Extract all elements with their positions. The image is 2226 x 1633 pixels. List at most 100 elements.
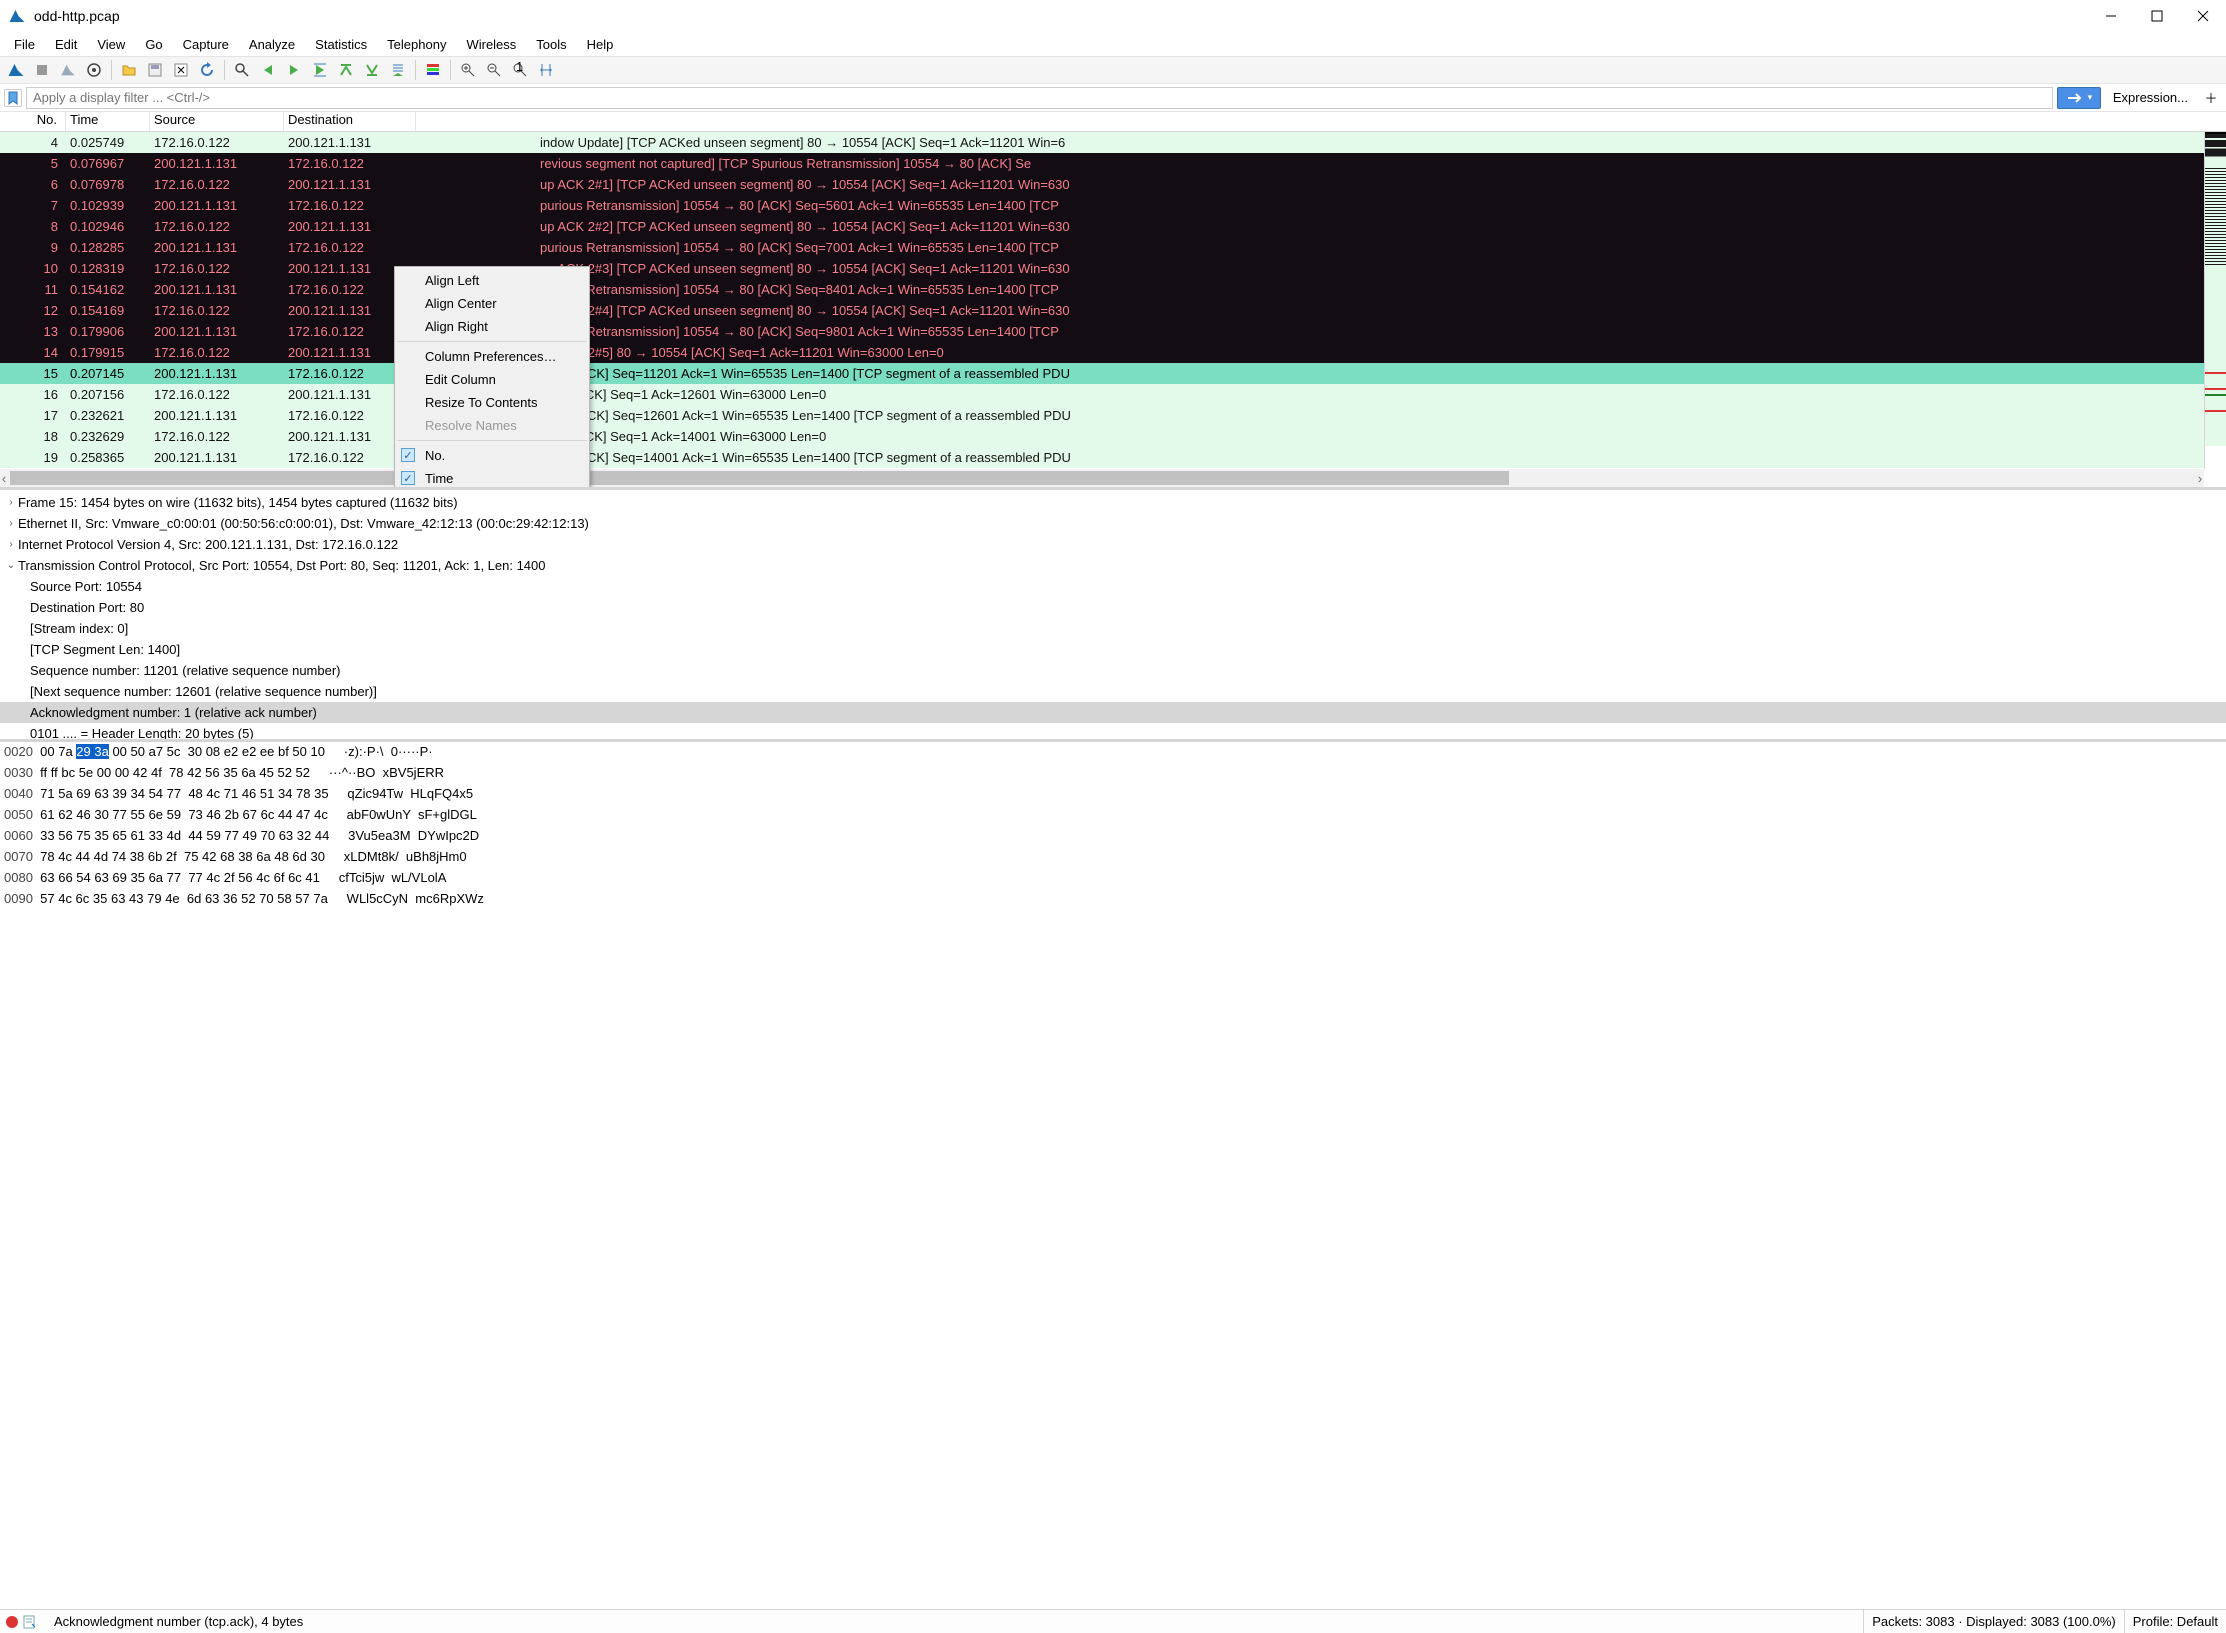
packet-minimap[interactable] — [2204, 132, 2226, 469]
ctx-edit-column[interactable]: Edit Column — [395, 368, 589, 391]
menu-analyze[interactable]: Analyze — [239, 35, 305, 54]
close-file-icon[interactable] — [169, 58, 193, 82]
menu-file[interactable]: File — [4, 35, 45, 54]
expert-info-icon[interactable] — [6, 1616, 18, 1628]
menu-view[interactable]: View — [87, 35, 135, 54]
stop-capture-icon[interactable] — [30, 58, 54, 82]
packet-row[interactable]: 130.179906200.121.1.131172.16.0.122purio… — [0, 321, 2226, 342]
packet-row[interactable]: 160.207156172.16.0.122200.121.1.1310554 … — [0, 384, 2226, 405]
chevron-down-icon[interactable]: ⌄ — [4, 560, 18, 571]
hex-row[interactable]: 0050 61 62 46 30 77 55 6e 59 73 46 2b 67… — [4, 807, 2222, 828]
expression-button[interactable]: Expression... — [2105, 88, 2196, 107]
packet-row[interactable]: 80.102946172.16.0.122200.121.1.131up ACK… — [0, 216, 2226, 237]
zoom-in-icon[interactable] — [456, 58, 480, 82]
hex-row[interactable]: 0040 71 5a 69 63 39 34 54 77 48 4c 71 46… — [4, 786, 2222, 807]
packet-row[interactable]: 90.128285200.121.1.131172.16.0.122puriou… — [0, 237, 2226, 258]
detail-tree-row[interactable]: 0101 .... = Header Length: 20 bytes (5) — [0, 723, 2226, 742]
menu-capture[interactable]: Capture — [173, 35, 239, 54]
next-packet-icon[interactable] — [282, 58, 306, 82]
first-packet-icon[interactable] — [334, 58, 358, 82]
capture-file-properties-icon[interactable] — [22, 1614, 38, 1630]
detail-tree-row[interactable]: Acknowledgment number: 1 (relative ack n… — [0, 702, 2226, 723]
save-file-icon[interactable] — [143, 58, 167, 82]
restart-capture-icon[interactable] — [56, 58, 80, 82]
hex-row[interactable]: 0080 63 66 54 63 69 35 6a 77 77 4c 2f 56… — [4, 870, 2222, 891]
ctx-col-no[interactable]: ✓No. — [395, 444, 589, 467]
menu-telephony[interactable]: Telephony — [377, 35, 456, 54]
menu-wireless[interactable]: Wireless — [456, 35, 526, 54]
ctx-column-prefs[interactable]: Column Preferences… — [395, 345, 589, 368]
menu-statistics[interactable]: Statistics — [305, 35, 377, 54]
ctx-align-right[interactable]: Align Right — [395, 315, 589, 338]
packet-row[interactable]: 150.207145200.121.1.131172.16.0.122→ 80 … — [0, 363, 2226, 384]
detail-tree-row[interactable]: [Next sequence number: 12601 (relative s… — [0, 681, 2226, 702]
status-profile[interactable]: Profile: Default — [2125, 1610, 2226, 1633]
packet-row[interactable]: 70.102939200.121.1.131172.16.0.122puriou… — [0, 195, 2226, 216]
open-file-icon[interactable] — [117, 58, 141, 82]
col-header-destination[interactable]: Destination — [284, 112, 416, 131]
menu-tools[interactable]: Tools — [526, 35, 576, 54]
start-capture-icon[interactable] — [4, 58, 28, 82]
horizontal-scrollbar[interactable]: ‹› — [0, 469, 2204, 487]
chevron-right-icon[interactable]: › — [4, 497, 18, 508]
ctx-align-left[interactable]: Align Left — [395, 269, 589, 292]
search-icon[interactable] — [230, 58, 254, 82]
zoom-reset-icon[interactable]: 1 — [508, 58, 532, 82]
col-header-source[interactable]: Source — [150, 112, 284, 131]
packet-row[interactable]: 40.025749172.16.0.122200.121.1.131indow … — [0, 132, 2226, 153]
autoscroll-icon[interactable] — [386, 58, 410, 82]
packet-list-header[interactable]: No. Time Source Destination Protocol Len… — [0, 112, 2226, 132]
packet-row[interactable]: 170.232621200.121.1.131172.16.0.122→ 80 … — [0, 405, 2226, 426]
hex-row[interactable]: 0060 33 56 75 35 65 61 33 4d 44 59 77 49… — [4, 828, 2222, 849]
detail-tree-row[interactable]: ›Ethernet II, Src: Vmware_c0:00:01 (00:5… — [0, 513, 2226, 534]
apply-filter-button[interactable]: ▾ — [2057, 87, 2101, 109]
minimize-button[interactable] — [2088, 0, 2134, 32]
goto-packet-icon[interactable] — [308, 58, 332, 82]
detail-tree-row[interactable]: [TCP Segment Len: 1400] — [0, 639, 2226, 660]
maximize-button[interactable] — [2134, 0, 2180, 32]
hex-row[interactable]: 0090 57 4c 6c 35 63 43 79 4e 6d 63 36 52… — [4, 891, 2222, 912]
chevron-right-icon[interactable]: › — [4, 518, 18, 529]
close-button[interactable] — [2180, 0, 2226, 32]
capture-options-icon[interactable] — [82, 58, 106, 82]
colorize-icon[interactable] — [421, 58, 445, 82]
packet-details-pane[interactable]: ›Frame 15: 1454 bytes on wire (11632 bit… — [0, 490, 2226, 742]
zoom-out-icon[interactable] — [482, 58, 506, 82]
chevron-right-icon[interactable]: › — [4, 539, 18, 550]
hex-row[interactable]: 0020 00 7a 29 3a 00 50 a7 5c 30 08 e2 e2… — [4, 744, 2222, 765]
prev-packet-icon[interactable] — [256, 58, 280, 82]
packet-row[interactable]: 140.179915172.16.0.122200.121.1.131up AC… — [0, 342, 2226, 363]
detail-tree-row[interactable]: ›Frame 15: 1454 bytes on wire (11632 bit… — [0, 492, 2226, 513]
packet-row[interactable]: 50.076967200.121.1.131172.16.0.122reviou… — [0, 153, 2226, 174]
ctx-col-time[interactable]: ✓Time — [395, 467, 589, 490]
display-filter-input[interactable] — [26, 87, 2053, 109]
detail-tree-row[interactable]: Source Port: 10554 — [0, 576, 2226, 597]
resize-columns-icon[interactable] — [534, 58, 558, 82]
hex-row[interactable]: 0030 ff ff bc 5e 00 00 42 4f 78 42 56 35… — [4, 765, 2222, 786]
packet-row[interactable]: 120.154169172.16.0.122200.121.1.131up AC… — [0, 300, 2226, 321]
add-filter-button[interactable]: ＋ — [2200, 87, 2222, 109]
detail-tree-row[interactable]: ⌄Transmission Control Protocol, Src Port… — [0, 555, 2226, 576]
packet-row[interactable]: 110.154162200.121.1.131172.16.0.122purio… — [0, 279, 2226, 300]
detail-tree-row[interactable]: Sequence number: 11201 (relative sequenc… — [0, 660, 2226, 681]
col-header-time[interactable]: Time — [66, 112, 150, 131]
filter-bookmark-icon[interactable] — [4, 89, 22, 107]
packet-row[interactable]: 190.258365200.121.1.131172.16.0.122→ 80 … — [0, 447, 2226, 468]
detail-tree-row[interactable]: [Stream index: 0] — [0, 618, 2226, 639]
packet-row[interactable]: 180.232629172.16.0.122200.121.1.1310554 … — [0, 426, 2226, 447]
menu-help[interactable]: Help — [577, 35, 624, 54]
last-packet-icon[interactable] — [360, 58, 384, 82]
ctx-resize-contents[interactable]: Resize To Contents — [395, 391, 589, 414]
menu-go[interactable]: Go — [135, 35, 172, 54]
packet-row[interactable]: 60.076978172.16.0.122200.121.1.131up ACK… — [0, 174, 2226, 195]
ctx-align-center[interactable]: Align Center — [395, 292, 589, 315]
detail-tree-row[interactable]: ›Internet Protocol Version 4, Src: 200.1… — [0, 534, 2226, 555]
separator — [224, 60, 225, 80]
detail-tree-row[interactable]: Destination Port: 80 — [0, 597, 2226, 618]
packet-bytes-pane[interactable]: 0020 00 7a 29 3a 00 50 a7 5c 30 08 e2 e2… — [0, 742, 2226, 1609]
hex-row[interactable]: 0070 78 4c 44 4d 74 38 6b 2f 75 42 68 38… — [4, 849, 2222, 870]
menu-edit[interactable]: Edit — [45, 35, 87, 54]
reload-icon[interactable] — [195, 58, 219, 82]
col-header-no[interactable]: No. — [0, 112, 66, 131]
packet-row[interactable]: 100.128319172.16.0.122200.121.1.131up AC… — [0, 258, 2226, 279]
